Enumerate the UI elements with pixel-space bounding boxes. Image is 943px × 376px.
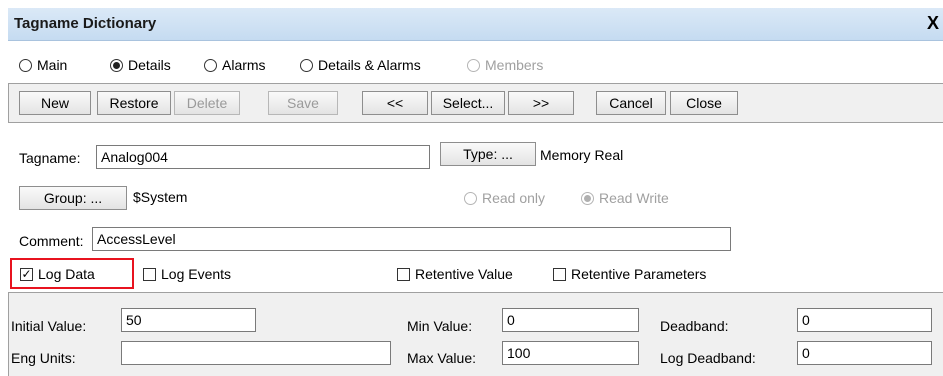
close-button[interactable]: Close: [670, 91, 738, 115]
delete-button[interactable]: Delete: [174, 91, 240, 115]
initial-value-input[interactable]: 50: [121, 308, 256, 332]
log-deadband-input[interactable]: 0: [797, 341, 932, 365]
radio-selected-icon: [581, 191, 594, 205]
type-value: Memory Real: [540, 147, 624, 163]
eng-units-label: Eng Units:: [11, 350, 76, 366]
initial-value-label: Initial Value:: [11, 318, 87, 334]
title-bar: Tagname Dictionary X: [8, 8, 943, 41]
radio-circle-icon: [467, 58, 480, 72]
radio-read-write[interactable]: Read Write: [581, 190, 669, 206]
checkbox-icon: [397, 267, 410, 281]
radio-circle-icon: [464, 191, 477, 205]
deadband-input[interactable]: 0: [797, 308, 932, 332]
type-button[interactable]: Type: ...: [440, 142, 536, 166]
deadband-label: Deadband:: [660, 318, 729, 334]
min-value-input[interactable]: 0: [502, 308, 639, 332]
radio-details-alarms[interactable]: Details & Alarms: [300, 57, 421, 73]
min-value-label: Min Value:: [407, 318, 473, 334]
comment-label: Comment:: [19, 233, 84, 249]
retentive-parameters-checkbox[interactable]: Retentive Parameters: [553, 266, 706, 282]
next-button[interactable]: >>: [508, 91, 574, 115]
tagname-label: Tagname:: [19, 150, 81, 166]
checkbox-checked-icon: ✓: [20, 266, 33, 281]
checkbox-icon: [143, 267, 156, 281]
radio-main[interactable]: Main: [19, 57, 67, 73]
group-button[interactable]: Group: ...: [19, 186, 127, 210]
max-value-input[interactable]: 100: [502, 341, 639, 365]
retentive-value-checkbox[interactable]: Retentive Value: [397, 266, 513, 282]
save-button[interactable]: Save: [268, 91, 338, 115]
tagname-input[interactable]: Analog004: [96, 145, 430, 169]
comment-input[interactable]: AccessLevel: [92, 227, 731, 251]
previous-button[interactable]: <<: [362, 91, 428, 115]
restore-button[interactable]: Restore: [97, 91, 171, 115]
eng-units-input[interactable]: [121, 341, 391, 365]
radio-circle-icon: [300, 58, 313, 72]
radio-members[interactable]: Members: [467, 57, 543, 73]
new-button[interactable]: New: [19, 91, 91, 115]
group-value: $System: [133, 189, 188, 205]
radio-read-only[interactable]: Read only: [464, 190, 545, 206]
select-button[interactable]: Select...: [431, 91, 505, 115]
radio-circle-icon: [204, 58, 217, 72]
radio-selected-icon: [110, 58, 123, 72]
radio-circle-icon: [19, 58, 32, 72]
checkbox-icon: [553, 267, 566, 281]
log-deadband-label: Log Deadband:: [660, 350, 756, 366]
close-icon[interactable]: X: [927, 13, 939, 33]
radio-alarms[interactable]: Alarms: [204, 57, 266, 73]
window-title: Tagname Dictionary: [14, 15, 157, 32]
max-value-label: Max Value:: [407, 350, 476, 366]
cancel-button[interactable]: Cancel: [596, 91, 666, 115]
radio-details[interactable]: Details: [110, 57, 171, 73]
log-events-checkbox[interactable]: Log Events: [143, 266, 231, 282]
log-data-checkbox[interactable]: ✓ Log Data: [20, 266, 95, 282]
